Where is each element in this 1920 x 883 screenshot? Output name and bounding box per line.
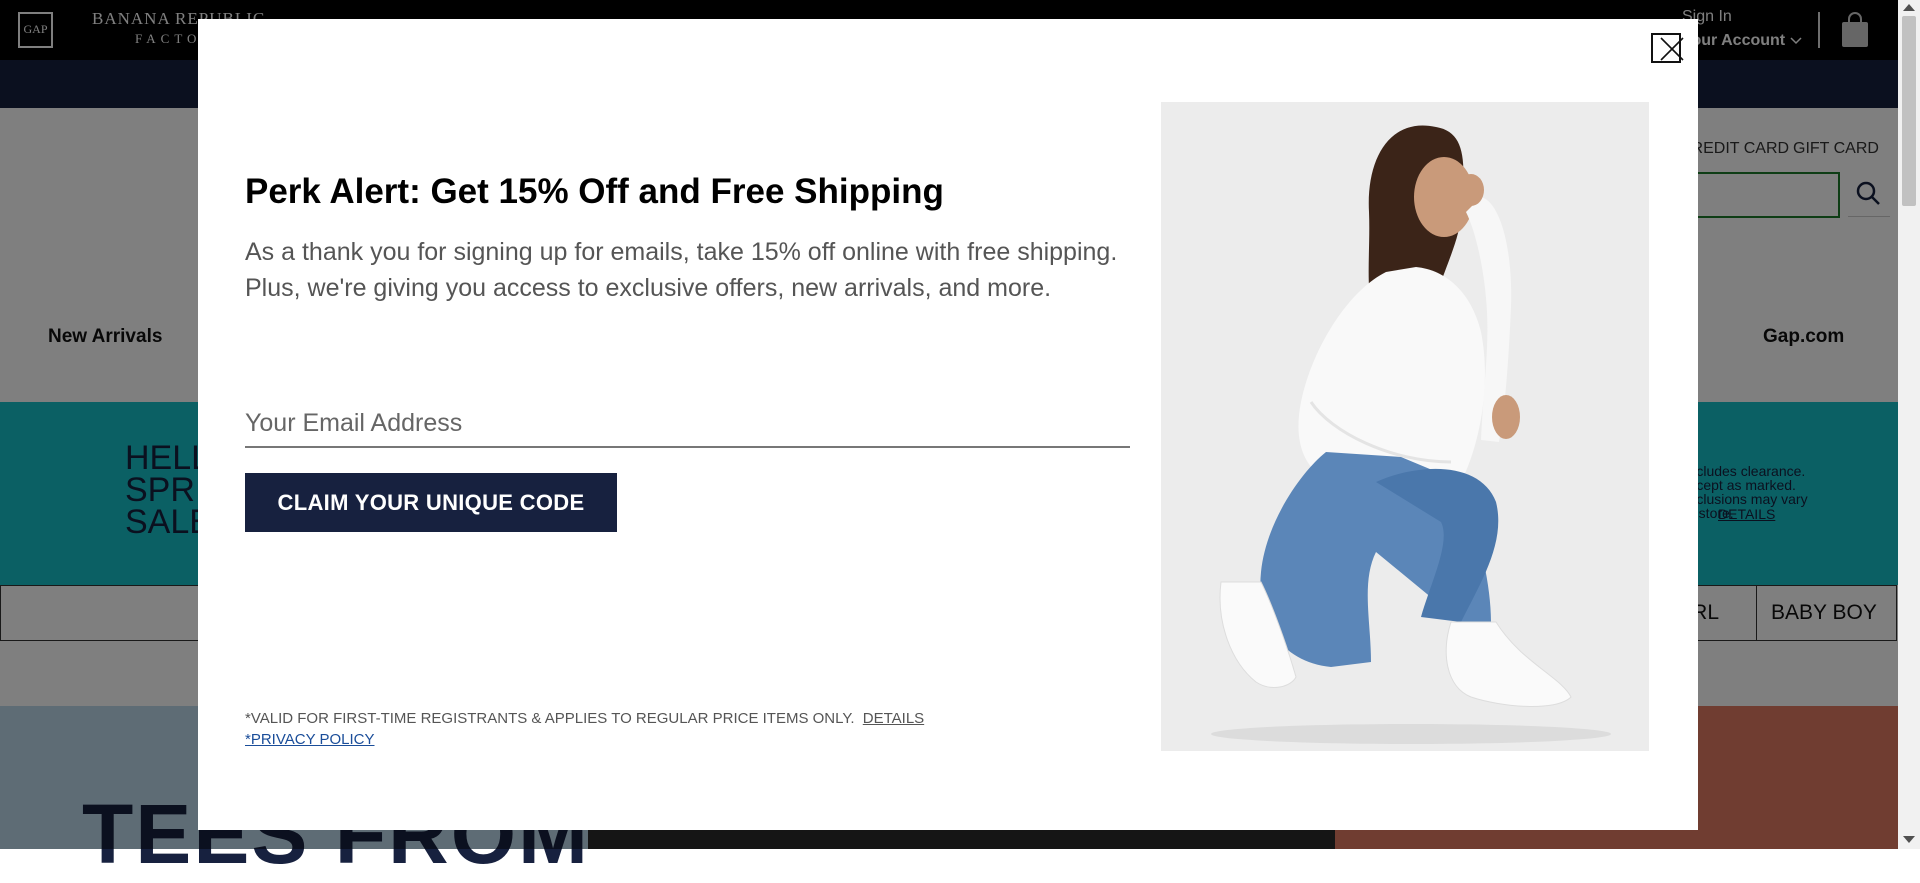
modal-title: Perk Alert: Get 15% Off and Free Shippin… (245, 172, 944, 211)
claim-code-button[interactable]: CLAIM YOUR UNIQUE CODE (245, 473, 617, 532)
details-link[interactable]: DETAILS (863, 710, 924, 727)
modal-fine-print: *VALID FOR FIRST-TIME REGISTRANTS & APPL… (245, 710, 924, 727)
close-icon (1659, 36, 1684, 62)
scroll-up-arrow-icon[interactable] (1903, 4, 1915, 11)
fine-print-text: *VALID FOR FIRST-TIME REGISTRANTS & APPL… (245, 710, 855, 727)
page-scrollbar[interactable] (1898, 0, 1920, 849)
scroll-thumb[interactable] (1902, 16, 1916, 206)
email-field[interactable] (245, 400, 1130, 448)
privacy-policy-link[interactable]: *PRIVACY POLICY (245, 731, 375, 748)
modal-description: As a thank you for signing up for emails… (245, 238, 1118, 302)
scroll-down-arrow-icon[interactable] (1903, 836, 1915, 843)
model-photo (1161, 102, 1649, 751)
close-button[interactable] (1651, 33, 1684, 63)
